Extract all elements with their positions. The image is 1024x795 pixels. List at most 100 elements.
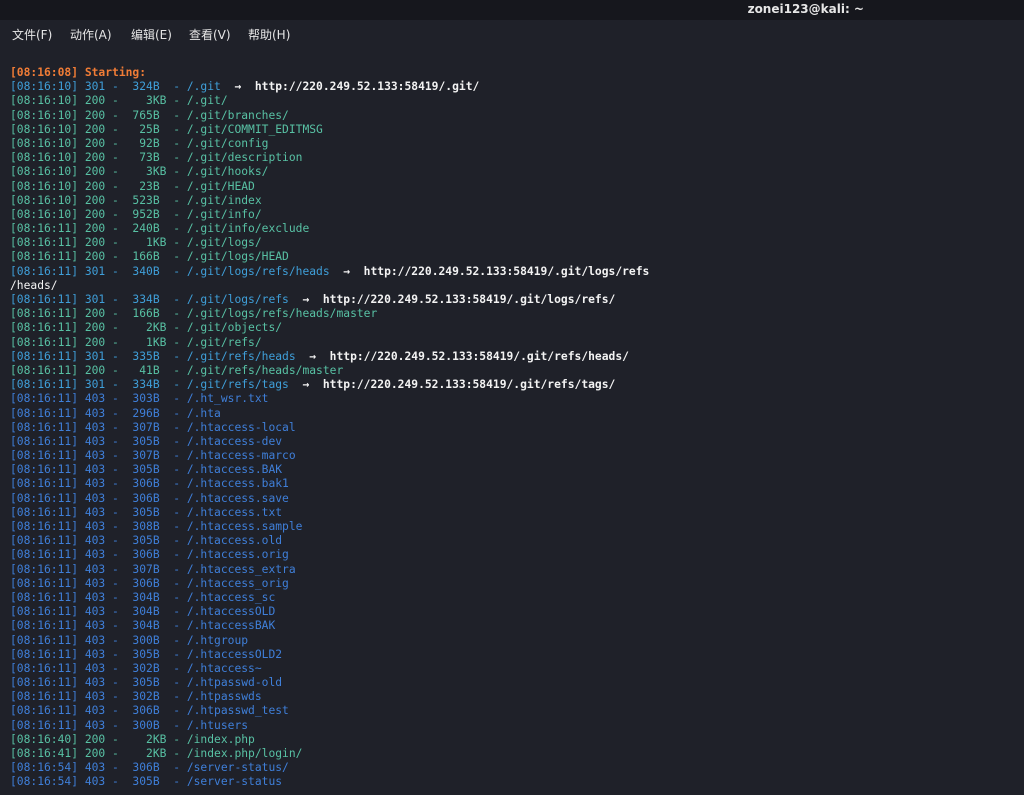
log-line-text: [08:16:11] 403 - 306B - /.htaccess.bak1 bbox=[10, 477, 289, 491]
redirect-target: → http://220.249.52.133:58419/.git/refs/… bbox=[295, 349, 629, 363]
log-line-text: [08:16:11] 403 - 306B - /.htaccess_orig bbox=[10, 576, 289, 590]
menu-view[interactable]: 查看(V) bbox=[189, 26, 231, 43]
log-line-text: [08:16:11] 403 - 306B - /.htpasswd_test bbox=[10, 704, 289, 718]
log-line-text: [08:16:11] 403 - 307B - /.htaccess-marco bbox=[10, 449, 296, 463]
log-line-text: [08:16:11] 403 - 305B - /.htaccessOLD2 bbox=[10, 647, 283, 661]
log-line-text: [08:16:11] 301 - 340B - /.git/logs/refs/… bbox=[10, 264, 330, 278]
log-line-text: /heads/ bbox=[10, 278, 58, 292]
log-line-text: [08:16:10] 200 - 23B - /.git/HEAD bbox=[10, 179, 255, 193]
log-line-text: [08:16:10] 301 - 324B - /.git bbox=[10, 80, 221, 94]
log-line: [08:16:11] 403 - 306B - /.htaccess_orig bbox=[10, 577, 1018, 591]
log-line-text: [08:16:11] 403 - 304B - /.htaccessBAK bbox=[10, 619, 276, 633]
log-line: [08:16:11] 200 - 2KB - /.git/objects/ bbox=[10, 321, 1018, 335]
redirect-target: → http://220.249.52.133:58419/.git/ bbox=[220, 80, 480, 94]
log-line: [08:16:11] 200 - 166B - /.git/logs/HEAD bbox=[10, 250, 1018, 264]
log-line: [08:16:11] 403 - 300B - /.htusers bbox=[10, 719, 1018, 733]
log-line: [08:16:40] 200 - 2KB - /index.php bbox=[10, 733, 1018, 747]
log-line: [08:16:11] 403 - 307B - /.htaccess-marco bbox=[10, 449, 1018, 463]
redirect-target: → http://220.249.52.133:58419/.git/logs/… bbox=[329, 264, 650, 278]
log-line-text: [08:16:40] 200 - 2KB - /index.php bbox=[10, 732, 255, 746]
log-line-text: [08:16:11] 301 - 334B - /.git/refs/tags bbox=[10, 378, 289, 392]
log-line-text: [08:16:11] 200 - 240B - /.git/info/exclu… bbox=[10, 222, 310, 236]
log-line: [08:16:11] 403 - 296B - /.hta bbox=[10, 407, 1018, 421]
log-line: [08:16:11] 403 - 306B - /.htpasswd_test bbox=[10, 704, 1018, 718]
log-line: [08:16:11] 403 - 302B - /.htaccess~ bbox=[10, 662, 1018, 676]
log-line-text: [08:16:11] 403 - 300B - /.htgroup bbox=[10, 633, 249, 647]
log-line: [08:16:11] 403 - 308B - /.htaccess.sampl… bbox=[10, 520, 1018, 534]
redirect-target: → http://220.249.52.133:58419/.git/logs/… bbox=[288, 293, 616, 306]
log-line: [08:16:11] 403 - 305B - /.htaccess.old bbox=[10, 534, 1018, 548]
log-line: [08:16:11] 403 - 302B - /.htpasswds bbox=[10, 690, 1018, 704]
log-line-text: [08:16:11] 403 - 307B - /.htaccess-local bbox=[10, 420, 296, 434]
log-line: [08:16:11] 403 - 305B - /.htaccessOLD2 bbox=[10, 648, 1018, 662]
menu-file[interactable]: 文件(F) bbox=[12, 26, 52, 43]
log-line: [08:16:10] 200 - 523B - /.git/index bbox=[10, 194, 1018, 208]
log-line: [08:16:11] 403 - 304B - /.htaccess_sc bbox=[10, 591, 1018, 605]
log-line: [08:16:10] 200 - 765B - /.git/branches/ bbox=[10, 109, 1018, 123]
log-line-text: [08:16:11] 403 - 305B - /.htaccess-dev bbox=[10, 434, 283, 448]
log-line: [08:16:11] 403 - 306B - /.htaccess.orig bbox=[10, 548, 1018, 562]
log-line: [08:16:10] 200 - 25B - /.git/COMMIT_EDIT… bbox=[10, 123, 1018, 137]
terminal-output[interactable]: [08:16:08] Starting: [08:16:10] 301 - 32… bbox=[10, 66, 1018, 795]
log-line-text: [08:16:54] 403 - 305B - /server-status bbox=[10, 775, 283, 789]
log-line: [08:16:11] 301 - 334B - /.git/refs/tags … bbox=[10, 378, 1018, 392]
log-line-text: [08:16:11] 403 - 305B - /.htpasswd-old bbox=[10, 676, 283, 690]
log-line: [08:16:54] 403 - 306B - /server-status/ bbox=[10, 761, 1018, 775]
log-line: [08:16:10] 200 - 952B - /.git/info/ bbox=[10, 208, 1018, 222]
menu-help[interactable]: 帮助(H) bbox=[248, 26, 290, 43]
log-line: [08:16:11] 403 - 303B - /.ht_wsr.txt bbox=[10, 392, 1018, 406]
log-line: [08:16:11] 301 - 334B - /.git/logs/refs … bbox=[10, 293, 1018, 307]
log-line: [08:16:10] 301 - 324B - /.git → http://2… bbox=[10, 80, 1018, 94]
log-line: [08:16:11] 200 - 166B - /.git/logs/refs/… bbox=[10, 307, 1018, 321]
menu-action[interactable]: 动作(A) bbox=[70, 26, 112, 43]
log-line-text: [08:16:10] 200 - 92B - /.git/config bbox=[10, 136, 269, 150]
log-line: [08:16:11] 200 - 1KB - /.git/logs/ bbox=[10, 236, 1018, 250]
log-line: [08:16:11] 403 - 304B - /.htaccessBAK bbox=[10, 619, 1018, 633]
log-line-text: [08:16:11] 403 - 305B - /.htaccess.txt bbox=[10, 505, 283, 519]
log-line: [08:16:11] 403 - 305B - /.htpasswd-old bbox=[10, 676, 1018, 690]
log-line-text: [08:16:11] 200 - 1KB - /.git/refs/ bbox=[10, 335, 262, 349]
log-line: [08:16:11] 403 - 300B - /.htgroup bbox=[10, 634, 1018, 648]
log-line-text: [08:16:11] 403 - 304B - /.htaccessOLD bbox=[10, 605, 276, 619]
terminal-window: zonei123@kali: ~ 文件(F) 动作(A) 编辑(E) 查看(V)… bbox=[0, 0, 1024, 795]
log-line-text: [08:16:11] 403 - 303B - /.ht_wsr.txt bbox=[10, 392, 269, 406]
menu-edit[interactable]: 编辑(E) bbox=[131, 26, 172, 43]
log-line: [08:16:41] 200 - 2KB - /index.php/login/ bbox=[10, 747, 1018, 761]
log-line-text: [08:16:11] 403 - 308B - /.htaccess.sampl… bbox=[10, 520, 303, 533]
log-line: [08:16:11] 301 - 340B - /.git/logs/refs/… bbox=[10, 265, 1018, 279]
log-line-text: [08:16:11] 200 - 166B - /.git/logs/HEAD bbox=[10, 250, 289, 264]
log-line-text: [08:16:11] 403 - 302B - /.htpasswds bbox=[10, 690, 262, 704]
log-line-text: [08:16:11] 301 - 335B - /.git/refs/heads bbox=[10, 349, 296, 363]
log-line-text: [08:16:10] 200 - 952B - /.git/info/ bbox=[10, 207, 262, 221]
log-line-text: [08:16:11] 200 - 2KB - /.git/objects/ bbox=[10, 321, 283, 335]
log-line-text: [08:16:10] 200 - 3KB - /.git/ bbox=[10, 94, 228, 108]
log-line-text: [08:16:41] 200 - 2KB - /index.php/login/ bbox=[10, 747, 303, 760]
log-line: [08:16:11] 403 - 305B - /.htaccess-dev bbox=[10, 435, 1018, 449]
window-title: zonei123@kali: ~ bbox=[747, 2, 864, 16]
log-line: [08:16:10] 200 - 73B - /.git/description bbox=[10, 151, 1018, 165]
log-line-text: [08:16:54] 403 - 306B - /server-status/ bbox=[10, 761, 289, 775]
log-line-text: [08:16:11] 403 - 302B - /.htaccess~ bbox=[10, 661, 262, 675]
log-line-text: [08:16:11] 200 - 41B - /.git/refs/heads/… bbox=[10, 363, 344, 377]
log-line: [08:16:11] 403 - 307B - /.htaccess_extra bbox=[10, 563, 1018, 577]
log-line: [08:16:10] 200 - 23B - /.git/HEAD bbox=[10, 180, 1018, 194]
log-line-text: [08:16:10] 200 - 25B - /.git/COMMIT_EDIT… bbox=[10, 122, 323, 136]
log-line: [08:16:11] 403 - 306B - /.htaccess.save bbox=[10, 492, 1018, 506]
log-line-text: [08:16:11] 301 - 334B - /.git/logs/refs bbox=[10, 293, 289, 306]
log-line-text: [08:16:11] 403 - 307B - /.htaccess_extra bbox=[10, 562, 296, 576]
starting-line: [08:16:08] Starting: bbox=[10, 66, 147, 79]
log-line-text: [08:16:11] 200 - 1KB - /.git/logs/ bbox=[10, 236, 262, 250]
log-line-text: [08:16:11] 200 - 166B - /.git/logs/refs/… bbox=[10, 307, 378, 321]
log-line-text: [08:16:10] 200 - 3KB - /.git/hooks/ bbox=[10, 165, 269, 179]
log-line: [08:16:11] 403 - 304B - /.htaccessOLD bbox=[10, 605, 1018, 619]
log-line-text: [08:16:10] 200 - 73B - /.git/description bbox=[10, 151, 303, 165]
log-line-text: [08:16:11] 403 - 305B - /.htaccess.old bbox=[10, 534, 283, 548]
log-line: [08:16:11] 301 - 335B - /.git/refs/heads… bbox=[10, 350, 1018, 364]
log-line: [08:16:11] 403 - 305B - /.htaccess.txt bbox=[10, 506, 1018, 520]
log-line: [08:16:11] 200 - 41B - /.git/refs/heads/… bbox=[10, 364, 1018, 378]
log-line: [08:16:10] 200 - 92B - /.git/config bbox=[10, 137, 1018, 151]
log-line: [08:16:54] 403 - 305B - /server-status bbox=[10, 775, 1018, 789]
log-line-text: [08:16:11] 403 - 300B - /.htusers bbox=[10, 718, 249, 732]
log-line-text: [08:16:11] 403 - 296B - /.hta bbox=[10, 406, 221, 420]
log-line: [08:16:10] 200 - 3KB - /.git/hooks/ bbox=[10, 165, 1018, 179]
